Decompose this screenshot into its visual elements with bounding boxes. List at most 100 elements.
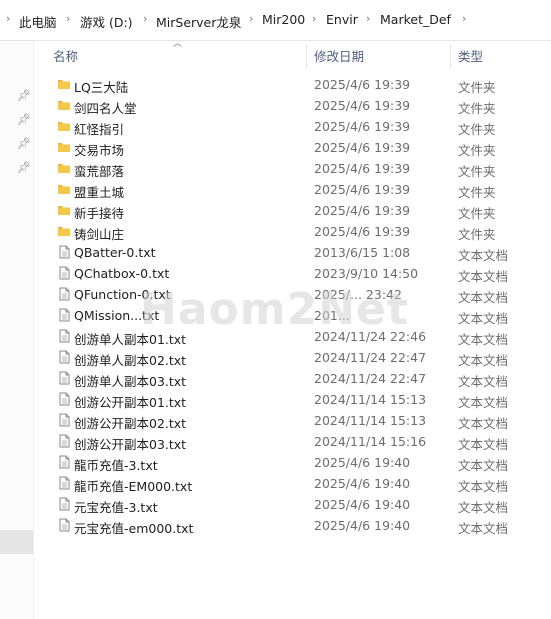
pin-icon[interactable]: 📌︎ [17, 161, 31, 174]
file-modified-date: 2025/4/6 19:39 [314, 224, 411, 239]
file-row[interactable]: 创游公开副本01.txt 2024/11/14 15:13 文本文档 [50, 389, 540, 410]
file-modified-date: 2025/4/6 19:39 [314, 119, 411, 134]
file-type: 文本文档 [458, 311, 509, 326]
folder-icon [57, 140, 71, 157]
text-file-icon [57, 518, 71, 535]
chevron-right-icon[interactable]: › [249, 12, 253, 25]
file-type: 文件夹 [458, 227, 496, 242]
navigation-pane[interactable]: 📌︎ 📌︎ 📌︎ 📌︎ [0, 41, 34, 619]
breadcrumb-drive-d[interactable]: 游戏 (D:) [80, 12, 133, 31]
column-divider[interactable] [306, 44, 307, 68]
file-name: 剑四名人堂 [74, 101, 137, 116]
file-name: 新手接待 [74, 206, 125, 221]
folder-icon [57, 119, 71, 136]
file-type: 文本文档 [458, 353, 509, 368]
chevron-right-icon[interactable]: › [462, 12, 466, 25]
text-file-icon [57, 455, 71, 472]
file-type: 文本文档 [458, 437, 509, 452]
breadcrumb-this-pc[interactable]: 此电脑 [19, 12, 57, 31]
file-type: 文本文档 [458, 290, 509, 305]
file-name: 龍币充值-EM000.txt [74, 479, 193, 494]
text-file-icon [57, 245, 71, 262]
file-modified-date: 2025/4/6 19:39 [314, 161, 411, 176]
file-type: 文本文档 [458, 479, 509, 494]
text-file-icon [57, 476, 71, 493]
chevron-right-icon[interactable]: › [6, 12, 10, 25]
file-name: 元宝充值-em000.txt [74, 521, 194, 536]
file-row[interactable]: 紅怪指引 2025/4/6 19:39 文件夹 [50, 116, 540, 137]
breadcrumb-market-def[interactable]: Market_Def [380, 12, 451, 27]
file-row[interactable]: QChatbox-0.txt 2023/9/10 14:50 文本文档 [50, 263, 540, 284]
file-type: 文本文档 [458, 269, 509, 284]
folder-icon [57, 203, 71, 220]
chevron-right-icon[interactable]: › [312, 12, 316, 25]
breadcrumb-mir200[interactable]: Mir200 [262, 12, 305, 27]
file-row[interactable]: QBatter-0.txt 2013/6/15 1:08 文本文档 [50, 242, 540, 263]
file-row[interactable]: LQ三大陆 2025/4/6 19:39 文件夹 [50, 74, 540, 95]
file-row[interactable]: 创游公开副本03.txt 2024/11/14 15:16 文本文档 [50, 431, 540, 452]
pin-icon[interactable]: 📌︎ [17, 113, 31, 126]
file-row[interactable]: 盟重土城 2025/4/6 19:39 文件夹 [50, 179, 540, 200]
text-file-icon [57, 413, 71, 430]
address-bar[interactable]: › 此电脑 › 游戏 (D:) › MirServer龙泉 › Mir200 ›… [0, 0, 551, 41]
file-modified-date: 2024/11/14 15:13 [314, 413, 427, 428]
column-header-name[interactable]: 名称 [53, 46, 78, 65]
file-row[interactable]: 新手接待 2025/4/6 19:39 文件夹 [50, 200, 540, 221]
file-modified-date: 2025/4/6 19:39 [314, 182, 411, 197]
pin-icon[interactable]: 📌︎ [17, 89, 31, 102]
file-row[interactable]: 元宝充值-em000.txt 2025/4/6 19:40 文本文档 [50, 515, 540, 536]
sort-ascending-icon: ︿ [173, 39, 183, 49]
chevron-right-icon[interactable]: › [66, 12, 70, 25]
breadcrumb-envir[interactable]: Envir [326, 12, 358, 27]
column-divider[interactable] [450, 44, 451, 68]
column-header-type[interactable]: 类型 [458, 46, 483, 65]
file-modified-date: 2025/4/6 19:39 [314, 140, 411, 155]
text-file-icon [57, 434, 71, 451]
file-name: 紅怪指引 [74, 122, 125, 137]
file-modified-date: 2023/9/10 14:50 [314, 266, 419, 281]
file-row[interactable]: 交易市场 2025/4/6 19:39 文件夹 [50, 137, 540, 158]
file-name: QBatter-0.txt [74, 245, 156, 260]
file-modified-date: 2025/4/6 19:39 [314, 98, 411, 113]
text-file-icon [57, 287, 71, 304]
file-type: 文本文档 [458, 248, 509, 263]
chevron-right-icon[interactable]: › [366, 12, 370, 25]
file-type: 文本文档 [458, 395, 509, 410]
file-row[interactable]: 蛮荒部落 2025/4/6 19:39 文件夹 [50, 158, 540, 179]
file-type: 文件夹 [458, 143, 496, 158]
file-row[interactable]: 创游公开副本02.txt 2024/11/14 15:13 文本文档 [50, 410, 540, 431]
file-name: 交易市场 [74, 143, 125, 158]
file-type: 文本文档 [458, 521, 509, 536]
file-row[interactable]: 龍币充值-EM000.txt 2025/4/6 19:40 文本文档 [50, 473, 540, 494]
file-modified-date: 2025/4/6 19:40 [314, 476, 411, 491]
file-type: 文本文档 [458, 416, 509, 431]
file-row[interactable]: 创游单人副本02.txt 2024/11/24 22:47 文本文档 [50, 347, 540, 368]
file-row[interactable]: 创游单人副本03.txt 2024/11/24 22:47 文本文档 [50, 368, 540, 389]
nav-selected-item[interactable] [0, 530, 33, 554]
file-row[interactable]: 剑四名人堂 2025/4/6 19:39 文件夹 [50, 95, 540, 116]
file-modified-date: 2013/6/15 1:08 [314, 245, 411, 260]
folder-icon [57, 98, 71, 115]
file-name: LQ三大陆 [74, 80, 129, 95]
file-modified-date: 2025/4/6 19:40 [314, 455, 411, 470]
file-modified-date: 2024/11/24 22:47 [314, 371, 427, 386]
text-file-icon [57, 329, 71, 346]
file-type: 文件夹 [458, 80, 496, 95]
pin-icon[interactable]: 📌︎ [17, 137, 31, 150]
file-row[interactable]: 铸剑山庄 2025/4/6 19:39 文件夹 [50, 221, 540, 242]
file-row[interactable]: 元宝充值-3.txt 2025/4/6 19:40 文本文档 [50, 494, 540, 515]
file-name: 蛮荒部落 [74, 164, 125, 179]
file-name: 创游公开副本03.txt [74, 437, 187, 452]
chevron-right-icon[interactable]: › [143, 12, 147, 25]
file-name: 盟重土城 [74, 185, 125, 200]
file-type: 文件夹 [458, 185, 496, 200]
file-type: 文件夹 [458, 122, 496, 137]
text-file-icon [57, 266, 71, 283]
breadcrumb-mirserver[interactable]: MirServer龙泉 [156, 12, 241, 31]
column-header-date[interactable]: 修改日期 [314, 46, 364, 65]
file-modified-date: 2025/4/6 19:40 [314, 497, 411, 512]
file-type: 文件夹 [458, 164, 496, 179]
file-row[interactable]: 龍币充值-3.txt 2025/4/6 19:40 文本文档 [50, 452, 540, 473]
file-type: 文本文档 [458, 374, 509, 389]
text-file-icon [57, 350, 71, 367]
